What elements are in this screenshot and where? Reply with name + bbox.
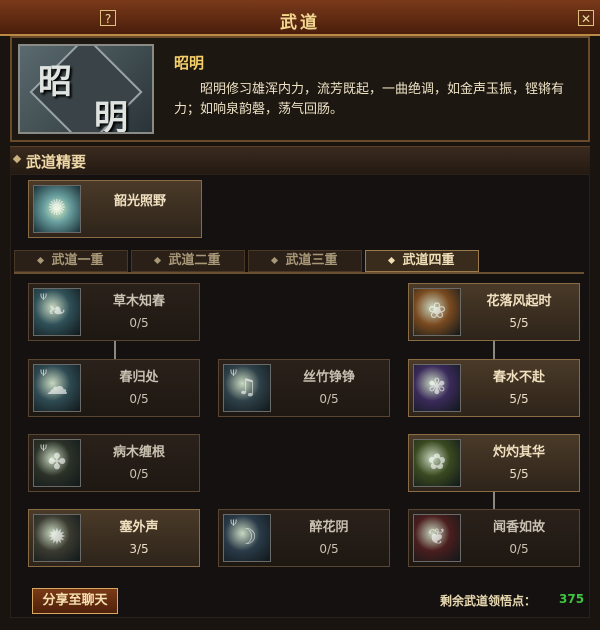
icon-glyph: ♫	[237, 375, 257, 400]
skill-card[interactable]: Ψ ♫ 丝竹铮铮 0/5	[218, 359, 390, 417]
skill-card[interactable]: ❀ 花落风起时 5/5	[408, 283, 580, 341]
skill-card-name: 草木知春	[112, 294, 165, 309]
remaining-points-label: 剩余武道领悟点：	[440, 594, 537, 608]
spring-water-icon: ✾	[413, 364, 461, 412]
remaining-points-value: 375	[559, 592, 585, 606]
skill-name: 昭明	[174, 54, 205, 72]
frontier-sound-icon: ✹	[33, 514, 81, 562]
icon-glyph: ☽	[237, 525, 257, 550]
icon-glyph: ❦	[427, 525, 447, 550]
skill-card-level: 0/5	[319, 392, 339, 406]
skill-card-level: 5/5	[509, 316, 529, 330]
section-header: 武道精要	[10, 146, 590, 174]
skill-card-name: 丝竹铮铮	[302, 370, 355, 385]
tab-dot-icon	[37, 256, 45, 265]
section-bullet-icon	[12, 154, 22, 164]
featured-skill-name: 韶光照野	[113, 194, 166, 209]
icon-glyph: ☁	[46, 375, 68, 400]
tab-label: 武道三重	[285, 253, 338, 268]
skill-card-name: 灼灼其华	[492, 445, 545, 460]
withered-root-icon: Ψ ✤	[33, 439, 81, 487]
window-title: 武道	[280, 13, 320, 33]
strings-icon: Ψ ♫	[223, 364, 271, 412]
icon-glyph: ❀	[427, 299, 447, 324]
tab-tier-1[interactable]: 武道一重	[14, 250, 128, 272]
radiant-burst-icon: ✺	[33, 185, 81, 233]
fragrance-icon: ❦	[413, 514, 461, 562]
emblem-char-1: 昭	[38, 62, 72, 102]
skill-card-name: 春归处	[119, 370, 159, 385]
radiant-burst-glyph: ✺	[47, 196, 67, 221]
skill-card-level: 0/5	[129, 467, 149, 481]
connector-line	[493, 491, 495, 509]
skill-card[interactable]: ✿ 灼灼其华 5/5	[408, 434, 580, 492]
tier-tabs: 武道一重 武道二重 武道三重 武道四重	[14, 250, 482, 272]
drunk-flower-icon: Ψ ☽	[223, 514, 271, 562]
skill-card-level: 0/5	[129, 392, 149, 406]
close-button[interactable]: ✕	[578, 10, 594, 26]
grass-spring-icon: Ψ ❧	[33, 288, 81, 336]
skill-card[interactable]: ✹ 塞外声 3/5	[28, 509, 200, 567]
title-bar: ? 武道 ✕	[0, 0, 600, 36]
skill-card[interactable]: ✾ 春水不赴 5/5	[408, 359, 580, 417]
tab-tier-2[interactable]: 武道二重	[131, 250, 245, 272]
skill-card[interactable]: Ψ ❧ 草木知春 0/5	[28, 283, 200, 341]
tab-label: 武道二重	[168, 253, 221, 268]
tab-dot-icon	[388, 256, 396, 265]
section-title: 武道精要	[26, 153, 87, 171]
falling-flower-icon: ❀	[413, 288, 461, 336]
tab-underline	[14, 272, 584, 274]
share-to-chat-button[interactable]: 分享至聊天	[32, 588, 118, 614]
skill-card[interactable]: Ψ ☽ 醉花阴 0/5	[218, 509, 390, 567]
tab-dot-icon	[271, 256, 279, 265]
connector-line	[493, 341, 495, 359]
spring-return-icon: Ψ ☁	[33, 364, 81, 412]
tab-tier-3[interactable]: 武道三重	[248, 250, 362, 272]
skill-card-name: 病木缠根	[112, 445, 165, 460]
skill-card[interactable]: Ψ ☁ 春归处 0/5	[28, 359, 200, 417]
skill-header: 昭 明 昭明 昭明修习雄浑内力，流芳既起，一曲绝调，如金声玉振，铿锵有力；如响泉…	[10, 36, 590, 142]
icon-glyph: ✿	[427, 450, 447, 475]
tab-dot-icon	[154, 256, 162, 265]
icon-glyph: ✤	[47, 450, 67, 475]
connector-line	[114, 341, 116, 359]
skill-card-name: 闻香如故	[492, 520, 545, 535]
skill-card-level: 0/5	[509, 542, 529, 556]
tab-label: 武道一重	[51, 253, 104, 268]
icon-glyph: ✾	[427, 375, 447, 400]
skill-card-level: 0/5	[129, 316, 149, 330]
emblem-char-2: 明	[94, 98, 128, 134]
skill-card-name: 春水不赴	[492, 370, 545, 385]
tab-label: 武道四重	[402, 253, 455, 268]
skill-card-name: 塞外声	[119, 520, 159, 535]
skill-card[interactable]: Ψ ✤ 病木缠根 0/5	[28, 434, 200, 492]
skill-card-level: 5/5	[509, 467, 529, 481]
skill-card-name: 花落风起时	[486, 294, 552, 309]
skill-card[interactable]: ❦ 闻香如故 0/5	[408, 509, 580, 567]
skill-card-name: 醉花阴	[309, 520, 349, 535]
skill-card-level: 3/5	[129, 542, 149, 556]
featured-skill[interactable]: ✺ 韶光照野	[28, 180, 202, 238]
skill-card-level: 5/5	[509, 392, 529, 406]
blazing-bloom-icon: ✿	[413, 439, 461, 487]
icon-glyph: ✹	[47, 525, 67, 550]
skill-card-level: 0/5	[319, 542, 339, 556]
icon-glyph: ❧	[47, 299, 67, 324]
tab-tier-4[interactable]: 武道四重	[365, 250, 479, 272]
skill-emblem: 昭 明	[18, 44, 154, 134]
skill-description: 昭明修习雄浑内力，流芳既起，一曲绝调，如金声玉振，铿锵有力；如响泉韵磬，荡气回肠…	[174, 82, 565, 117]
